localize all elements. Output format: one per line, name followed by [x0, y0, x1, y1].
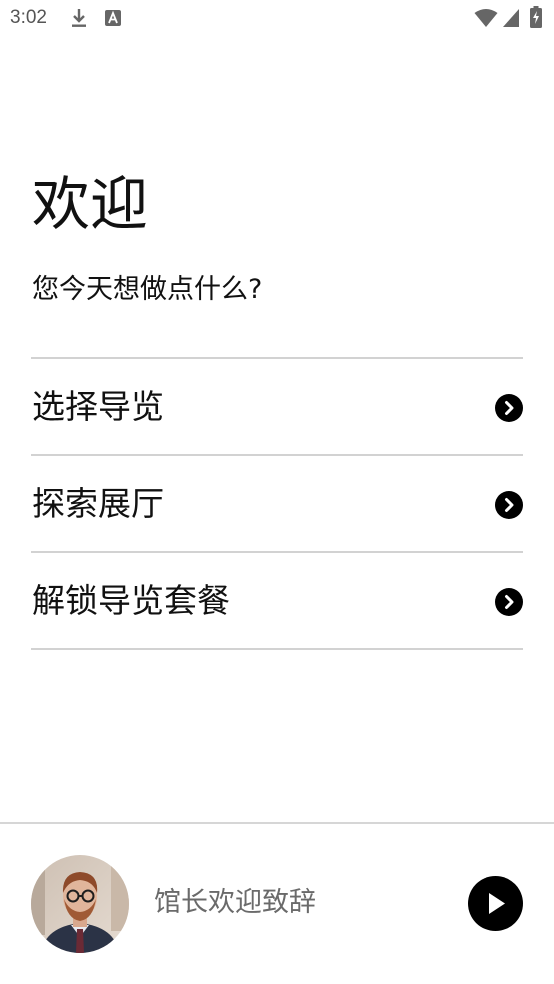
status-time: 3:02	[10, 7, 47, 28]
page-subtitle: 您今天想做点什么?	[32, 274, 263, 305]
player-track-title: 馆长欢迎致辞	[154, 887, 316, 918]
player-divider	[0, 822, 554, 824]
status-bar: 3:02	[0, 0, 554, 36]
play-icon	[489, 893, 505, 914]
main-menu: 选择导览 探索展厅 解锁导览套餐	[31, 357, 523, 650]
chevron-right-circle-icon	[495, 491, 523, 519]
menu-item-unlock-tour-package[interactable]: 解锁导览套餐	[31, 553, 523, 650]
menu-item-label: 选择导览	[32, 387, 164, 426]
avatar	[31, 855, 129, 953]
text-a-icon	[105, 10, 121, 26]
menu-item-explore-galleries[interactable]: 探索展厅	[31, 456, 523, 553]
play-button[interactable]	[468, 876, 523, 931]
battery-charging-icon	[530, 6, 542, 28]
wifi-icon	[474, 9, 498, 27]
menu-item-select-tour[interactable]: 选择导览	[31, 359, 523, 456]
chevron-right-circle-icon	[495, 588, 523, 616]
menu-item-label: 探索展厅	[32, 484, 164, 523]
chevron-right-circle-icon	[495, 394, 523, 422]
signal-icon	[503, 9, 519, 27]
download-icon	[72, 9, 86, 27]
menu-item-label: 解锁导览套餐	[32, 581, 230, 620]
page-title: 欢迎	[32, 170, 149, 238]
